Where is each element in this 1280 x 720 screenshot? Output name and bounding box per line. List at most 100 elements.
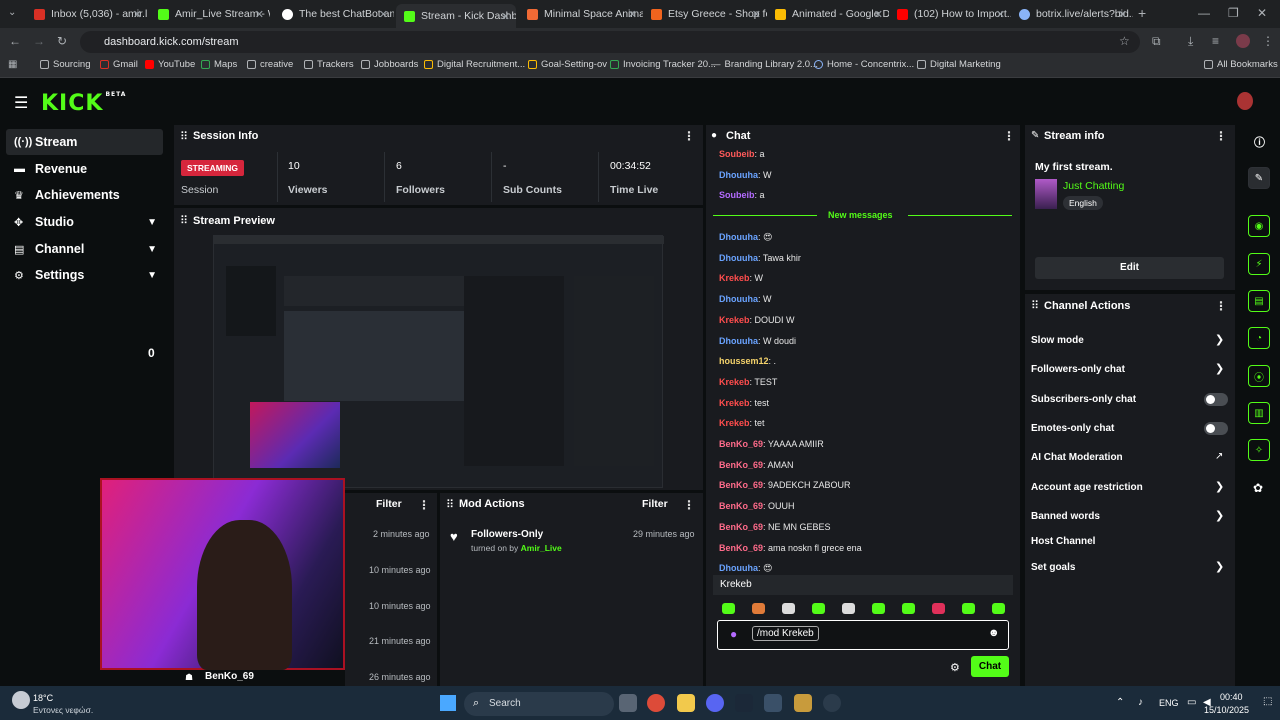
chrome-icon[interactable] (647, 694, 665, 712)
browser-tab[interactable]: Amir_Live Stream - W...✕ (150, 4, 270, 24)
chat-username[interactable]: BenKo_69 (719, 501, 763, 511)
close-icon[interactable]: ✕ (752, 8, 761, 21)
bookmark-item[interactable]: Sourcing (40, 59, 91, 70)
filter-button[interactable]: Filter (642, 498, 668, 510)
profile-avatar[interactable] (1236, 34, 1250, 48)
forward-icon[interactable]: → (33, 34, 45, 48)
menu-icon[interactable]: ⋮ (1262, 34, 1274, 48)
chat-username[interactable]: Soubeib (719, 190, 755, 200)
bookmark-item[interactable]: YouTube (145, 59, 195, 70)
user-avatar[interactable] (1237, 92, 1253, 110)
steam-icon[interactable] (735, 694, 753, 712)
bookmark-item[interactable]: Maps (201, 59, 237, 70)
weather-temp[interactable]: 18°C (33, 693, 53, 703)
chat-username[interactable]: Soubeib (719, 149, 755, 159)
extensions-icon[interactable]: ⧉ (1152, 34, 1161, 49)
clock-date[interactable]: 15/10/2025 (1204, 705, 1249, 715)
chat-username[interactable]: Dhouuha (719, 232, 758, 242)
browser-tab[interactable]: Animated - Google D... ✕ (767, 4, 889, 24)
emotes-only-toggle[interactable] (1204, 422, 1228, 435)
more-options-icon[interactable]: ⋮ (1003, 129, 1015, 143)
clock-time[interactable]: 00:40 (1220, 692, 1243, 702)
info-icon[interactable]: ⓘ (1254, 134, 1265, 150)
emote-icon[interactable] (752, 603, 765, 614)
more-options-icon[interactable]: ⋮ (683, 498, 695, 512)
chat-username[interactable]: houssem12 (719, 356, 769, 366)
browser-tab[interactable]: Etsy Greece - Shop fo...✕ (643, 4, 767, 24)
chat-rail-icon[interactable]: ◔ (1248, 327, 1270, 349)
discord-icon[interactable] (706, 694, 724, 712)
chevron-right-icon[interactable]: ❯ (1215, 480, 1224, 493)
bookmark-item[interactable]: Invoicing Tracker 20... (610, 59, 716, 70)
mod-action-user[interactable]: Amir_Live (521, 543, 562, 553)
chat-username[interactable]: Krekeb (719, 273, 750, 283)
chat-username[interactable]: Krekeb (719, 377, 750, 387)
lightning-rail-icon[interactable]: ⚡ (1248, 253, 1270, 275)
chat-username[interactable]: Dhouuha (719, 170, 758, 180)
bookmark-item[interactable]: Gmail (100, 59, 138, 70)
more-options-icon[interactable]: ⋮ (683, 129, 695, 143)
language-indicator[interactable]: ENG (1159, 698, 1179, 708)
emote-icon[interactable] (932, 603, 945, 614)
chat-username[interactable]: Krekeb (719, 315, 750, 325)
chat-username[interactable]: BenKo_69 (719, 480, 763, 490)
sidebar-item-studio[interactable]: ✥ Studio ▼ (6, 209, 163, 235)
broadcast-rail-icon[interactable]: ⦿ (1248, 365, 1270, 387)
bookmark-item[interactable]: Digital Marketing (917, 59, 1001, 70)
chat-settings-icon[interactable]: ⚙ (950, 661, 960, 674)
edit-button[interactable]: Edit (1035, 257, 1224, 279)
palette-icon[interactable]: ✿ (1253, 481, 1263, 495)
chevron-right-icon[interactable]: ❯ (1215, 362, 1224, 375)
task-view-icon[interactable] (619, 694, 637, 712)
browser-tab[interactable]: Minimal Space Anima... ✕ (519, 4, 643, 24)
clipboard-rail-icon[interactable]: ▤ (1248, 290, 1270, 312)
mention-suggestion[interactable]: Krekeb (713, 575, 1013, 595)
emote-icon[interactable] (722, 603, 735, 614)
window-close-icon[interactable]: ✕ (1257, 6, 1267, 20)
chat-username[interactable]: Krekeb (719, 398, 750, 408)
apps-icon[interactable]: ▦ (8, 59, 17, 70)
url-input[interactable]: dashboard.kick.com/stream (80, 31, 1140, 53)
bookmark-star-icon[interactable]: ☆ (1119, 34, 1130, 48)
kick-logo[interactable]: KICK BETA (41, 91, 126, 116)
tab-search-icon[interactable]: ⌄ (8, 7, 16, 18)
chat-username[interactable]: Dhouuha (719, 336, 758, 346)
camera-rail-icon[interactable]: ◉ (1248, 215, 1270, 237)
close-icon[interactable]: ✕ (379, 8, 388, 21)
media-icon[interactable]: ≡ (1212, 34, 1219, 48)
bookmark-item[interactable]: Home - Concentrix... (814, 59, 914, 70)
edit-rail-icon[interactable]: ✎ (1248, 167, 1270, 189)
new-tab-icon[interactable]: + (1138, 5, 1146, 21)
maximize-icon[interactable]: ❐ (1228, 6, 1239, 20)
close-icon[interactable]: ✕ (996, 8, 1005, 21)
close-icon[interactable]: ✕ (628, 8, 637, 21)
browser-tab-active[interactable]: Stream - Kick Dashbo...✕ (396, 4, 516, 28)
chat-send-button[interactable]: Chat (971, 656, 1009, 677)
close-icon[interactable]: ✕ (501, 10, 510, 23)
sidebar-item-achievements[interactable]: ♛ Achievements (6, 182, 163, 208)
followers-only-label[interactable]: Followers-only chat (1031, 364, 1125, 375)
filter-button[interactable]: Filter (376, 498, 402, 510)
stream-preview-video[interactable] (213, 235, 664, 488)
more-options-icon[interactable]: ⋮ (1215, 129, 1227, 143)
emote-icon[interactable] (872, 603, 885, 614)
chevron-right-icon[interactable]: ❯ (1215, 333, 1224, 346)
sidebar-item-revenue[interactable]: ▬ Revenue (6, 156, 163, 182)
close-icon[interactable]: ✕ (133, 8, 142, 21)
layout-rail-icon[interactable]: ▥ (1248, 402, 1270, 424)
more-options-icon[interactable]: ⋮ (418, 498, 430, 512)
emote-icon[interactable] (812, 603, 825, 614)
chat-input-text[interactable]: /mod Krekeb (752, 626, 819, 641)
reload-icon[interactable]: ↻ (57, 34, 67, 48)
obs-icon[interactable] (823, 694, 841, 712)
microphone-icon[interactable]: ● (730, 627, 737, 641)
hamburger-menu-icon[interactable]: ☰ (14, 93, 28, 113)
subscribers-only-toggle[interactable] (1204, 393, 1228, 406)
tray-overflow-icon[interactable]: ⌃ (1116, 697, 1124, 708)
emote-icon[interactable] (842, 603, 855, 614)
network-icon[interactable]: ▭ (1187, 697, 1196, 708)
weather-desc[interactable]: Εντονες νεφώσ. (33, 705, 93, 715)
account-age-label[interactable]: Account age restriction (1031, 482, 1143, 493)
mic-tray-icon[interactable]: ♪ (1138, 697, 1143, 708)
slow-mode-label[interactable]: Slow mode (1031, 335, 1084, 346)
